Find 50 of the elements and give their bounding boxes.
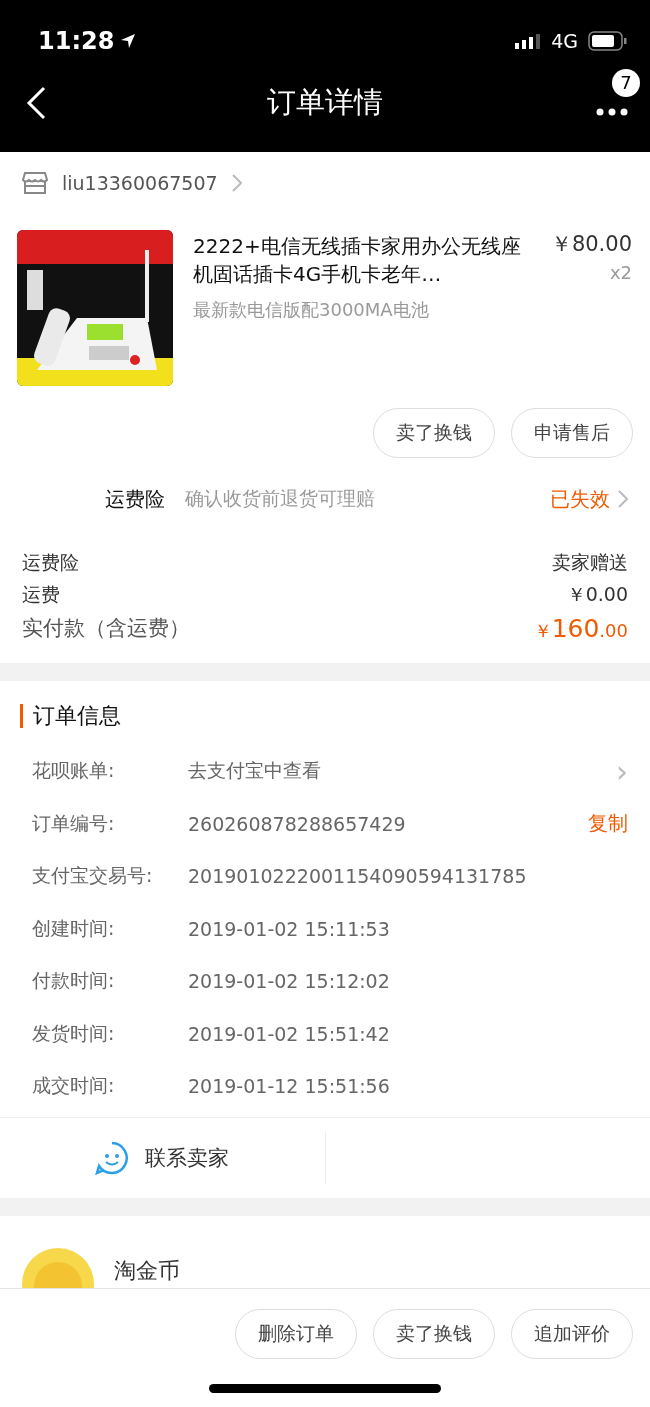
product-quantity: x2: [609, 262, 632, 283]
info-label: 创建时间:: [32, 915, 116, 941]
product-title[interactable]: 2222+电信无线插卡家用办公无线座机固话插卡4G手机卡老年…: [193, 232, 523, 288]
info-label: 成交时间:: [32, 1073, 116, 1099]
chevron-icon: [231, 174, 242, 192]
info-label: 订单编号:: [32, 810, 116, 836]
cost-label: 运费: [22, 582, 60, 607]
item-action-button[interactable]: 卖了换钱: [373, 408, 495, 458]
notification-badge: 7: [612, 68, 640, 97]
order-action-button[interactable]: 卖了换钱: [373, 1308, 495, 1359]
insurance-label: 运费险: [105, 485, 165, 513]
signal-icon: [515, 33, 542, 49]
total-amount: ￥160.00: [533, 614, 628, 643]
info-value: 2019-01-02 15:12:02: [188, 970, 391, 993]
insurance-description: 确认收货前退货可理赔: [185, 486, 375, 511]
info-value: 2019-01-12 15:51:56: [188, 1075, 391, 1098]
order-action-button[interactable]: 删除订单: [235, 1308, 357, 1359]
product-sku: 最新款电信版配3000MA电池: [193, 298, 430, 322]
shop-name[interactable]: liu13360067507: [62, 172, 218, 194]
info-label: 花呗账单:: [32, 758, 116, 784]
info-value: 2019-01-02 15:51:42: [188, 1022, 391, 1045]
coin-icon: [22, 1247, 94, 1288]
info-value: 260260878288657429: [188, 812, 407, 835]
product-price: ￥80.00: [550, 231, 632, 258]
order-action-button[interactable]: 追加评价: [511, 1308, 633, 1359]
section-title: 订单信息: [33, 702, 121, 730]
more-icon[interactable]: [596, 107, 628, 116]
page-title: 订单详情: [266, 84, 384, 121]
network-label: 4G: [551, 30, 578, 52]
cost-label: 运费险: [22, 550, 79, 575]
info-label: 付款时间:: [32, 968, 116, 994]
shop-icon: [22, 171, 48, 195]
total-label: 实付款（含运费）: [22, 615, 190, 642]
contact-seller-button[interactable]: 联系卖家: [145, 1143, 230, 1172]
item-action-button[interactable]: 申请售后: [511, 408, 633, 458]
info-value: 2019-01-02 15:11:53: [188, 917, 391, 940]
info-label: 发货时间:: [32, 1020, 116, 1046]
info-value: 2019010222001154090594131785: [188, 865, 528, 888]
info-label: 支付宝交易号:: [32, 863, 154, 889]
chevron-icon: ›: [616, 753, 628, 789]
chat-icon: [95, 1140, 130, 1175]
coin-label: 淘金币: [114, 1256, 180, 1285]
cost-value: ￥0.00: [566, 582, 628, 607]
back-icon[interactable]: [26, 86, 46, 120]
battery-icon: [588, 31, 628, 51]
location-arrow-icon: [120, 33, 137, 49]
alipay-link[interactable]: 去支付宝中查看: [188, 758, 616, 785]
status-time: 11:28: [38, 27, 115, 55]
cost-value: 卖家赠送: [552, 550, 628, 575]
chevron-icon: [618, 490, 628, 508]
